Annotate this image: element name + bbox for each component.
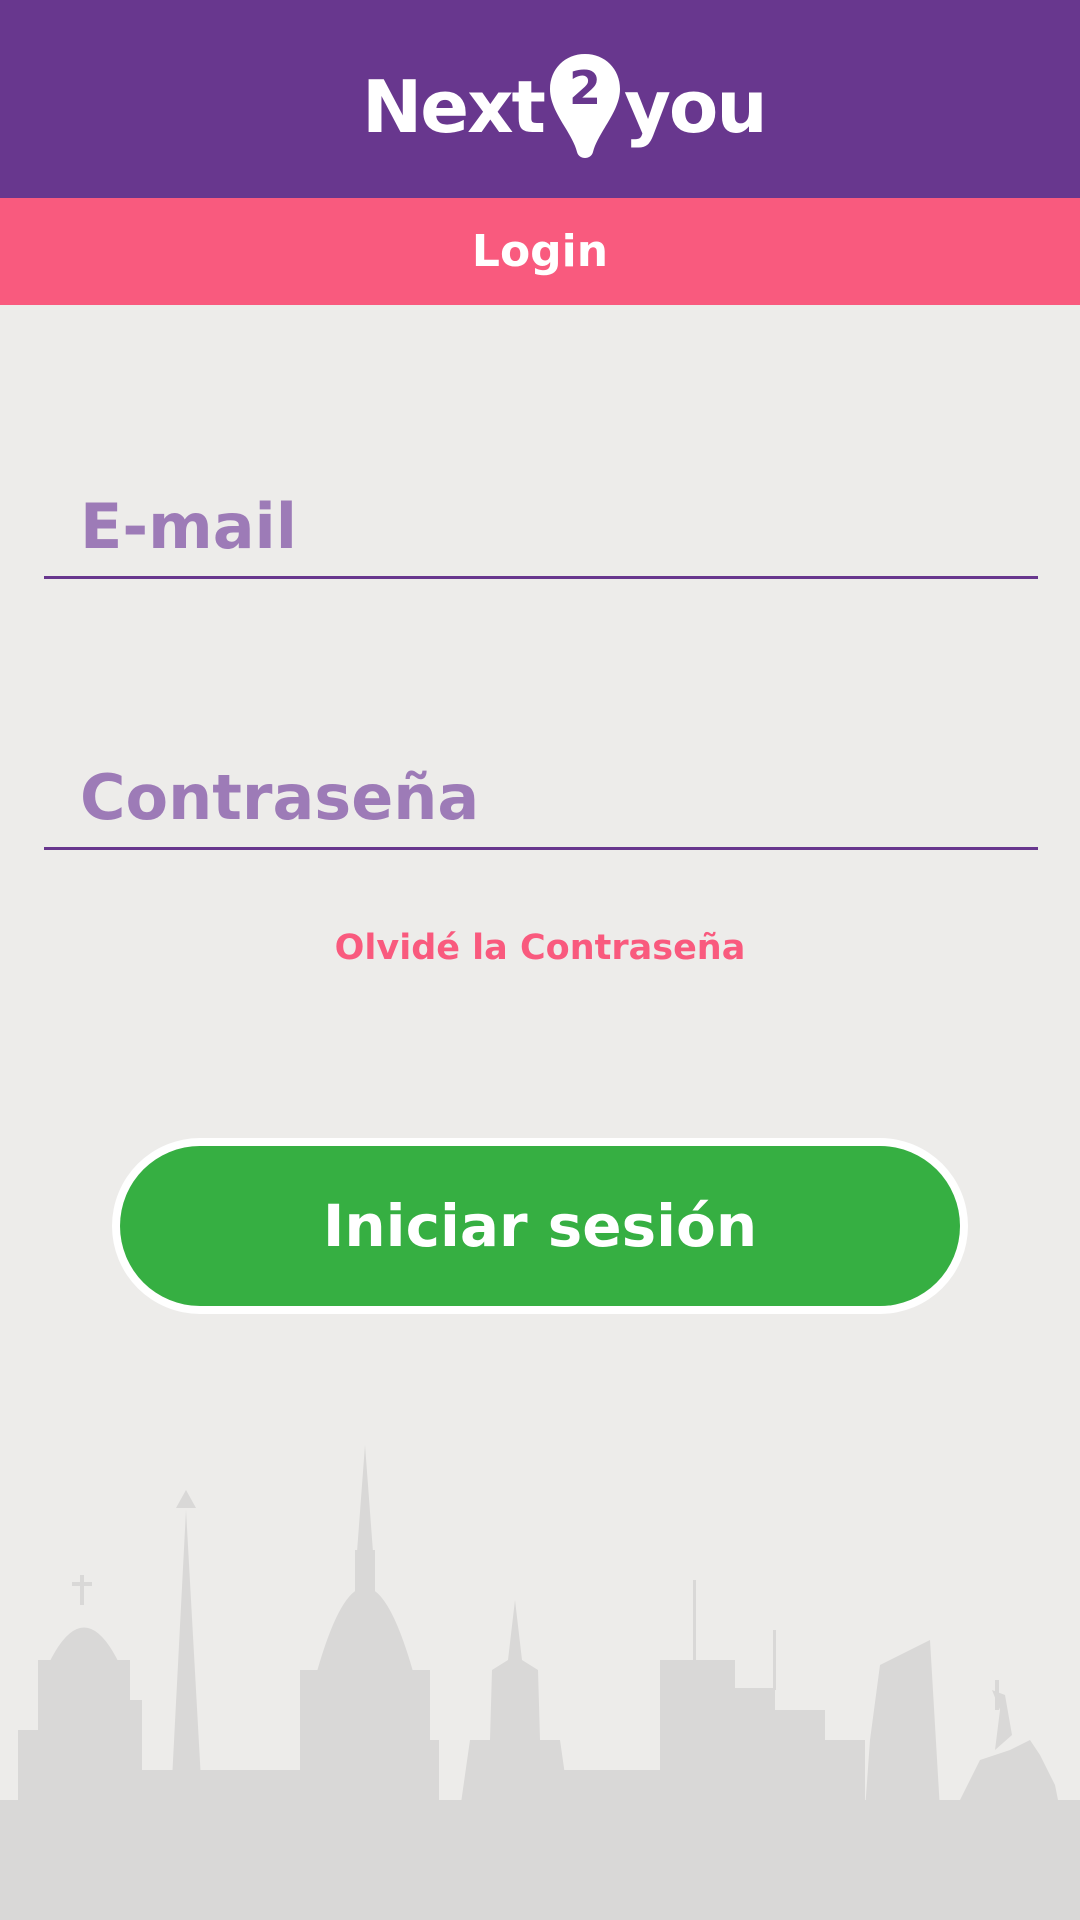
map-pin-icon: 2 [548,52,622,162]
password-field [44,757,1038,850]
title-bar: Login [0,198,1080,305]
forgot-password-link[interactable]: Olvidé la Contraseña [0,928,1080,968]
logo-text-next: Next [362,65,546,149]
app-header: Next 2 you [0,0,1080,198]
login-button[interactable]: Iniciar sesión [120,1146,960,1306]
logo-text-you: you [623,65,768,149]
email-input[interactable] [80,486,1000,566]
password-input[interactable] [80,757,1000,837]
logo-digit: 2 [568,61,601,115]
email-field [44,486,1038,579]
city-skyline-image [0,1445,1080,1920]
login-screen: Next 2 you Login Olvidé la Contraseña In… [0,0,1080,1920]
page-title: Login [471,226,609,277]
app-logo: Next 2 you [362,52,768,162]
